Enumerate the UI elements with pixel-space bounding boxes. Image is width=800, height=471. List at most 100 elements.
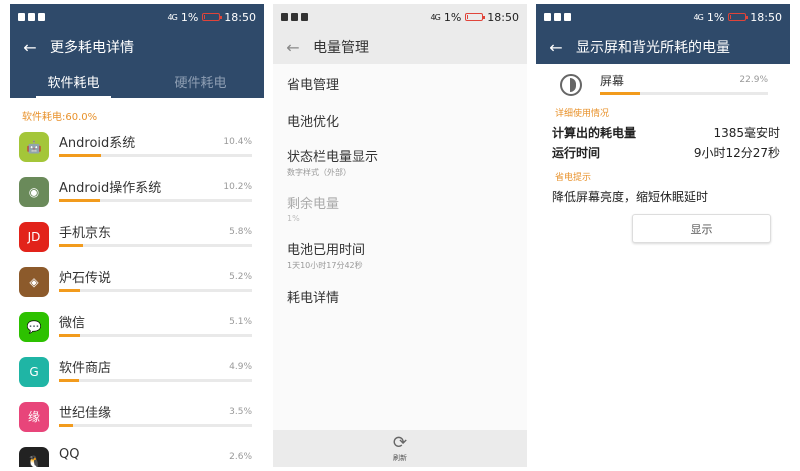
notification-icon: [281, 13, 288, 21]
screen-usage-row: 屏幕 22.9%: [536, 64, 790, 104]
menu-item[interactable]: 省电管理: [273, 74, 527, 93]
app-usage-row[interactable]: G 软件商店 4.9%: [10, 349, 264, 394]
menu-item-subtitle: 1%: [287, 214, 300, 223]
app-percent: 3.5%: [229, 406, 252, 417]
notification-icon: [38, 13, 45, 21]
power-saving-tip: 降低屏幕亮度，缩短休眠延时: [552, 190, 709, 204]
notification-icon: [544, 13, 551, 21]
app-usage-row[interactable]: 🐧 QQ 2.6%: [10, 439, 264, 467]
tab-hardware-usage[interactable]: 硬件耗电: [137, 64, 264, 98]
detail-label: 计算出的耗电量: [552, 125, 637, 140]
app-percent: 5.2%: [229, 271, 252, 282]
menu-item-label: 省电管理: [287, 78, 340, 93]
app-percent: 5.8%: [229, 226, 252, 237]
menu-item-label: 电池优化: [287, 115, 340, 130]
screen-usage-fill: [600, 92, 641, 95]
refresh-label: 刷新: [393, 453, 407, 462]
app-usage-bar: [59, 378, 252, 382]
menu-item-label: 电池已用时间: [287, 243, 366, 258]
battery-management-screen: 4G 1% 18:50 ← 电量管理 省电管理电池优化状态栏电量显示 数字样式（外…: [273, 4, 527, 467]
notification-icon: [291, 13, 298, 21]
status-bar: 4G 1% 18:50: [273, 4, 527, 30]
detail-row-consumption: 计算出的耗电量 1385毫安时: [536, 122, 790, 142]
back-arrow-icon[interactable]: ←: [273, 30, 313, 64]
menu-item[interactable]: 耗电详情: [273, 287, 527, 306]
android-robot-icon: 🤖: [19, 131, 49, 162]
signal-icon: 4G: [167, 12, 178, 22]
page-title: 显示屏和背光所耗的电量: [576, 40, 730, 56]
menu-item-label: 耗电详情: [287, 291, 340, 306]
back-arrow-icon[interactable]: ←: [536, 30, 576, 64]
tab-software-usage[interactable]: 软件耗电: [10, 64, 137, 98]
app-usage-fill: [59, 333, 80, 337]
app-bar: ← 显示屏和背光所耗的电量: [536, 30, 790, 64]
software-usage-summary: 软件耗电:60.0%: [22, 112, 98, 123]
app-bar: ← 电量管理: [273, 30, 527, 64]
app-name: 软件商店: [59, 360, 112, 376]
battery-menu-list: 省电管理电池优化状态栏电量显示 数字样式（外部） 剩余电量 1% 电池已用时间 1天10小…: [273, 74, 527, 306]
screen-power-screen: 4G 1% 18:50 ← 显示屏和背光所耗的电量 屏幕 22.9% 详细使用情…: [536, 4, 790, 467]
page-title: 电量管理: [313, 40, 369, 56]
app-usage-row[interactable]: 💬 微信 5.1%: [10, 304, 264, 349]
app-usage-bar: [59, 198, 252, 202]
refresh-icon[interactable]: ⟳: [393, 434, 407, 452]
status-bar: 4G 1% 18:50: [536, 4, 790, 30]
app-store-icon: G: [19, 356, 49, 387]
app-name: Android系统: [59, 135, 136, 151]
qq-penguin-icon: 🐧: [19, 446, 49, 467]
screen-usage-bar: [600, 92, 768, 95]
clock: 18:50: [224, 10, 256, 24]
refresh-bar[interactable]: ⟳ 刷新: [273, 430, 527, 467]
menu-item-label: 剩余电量: [287, 197, 340, 212]
battery-icon: [465, 13, 486, 21]
power-details-screen: 4G 1% 18:50 ← 更多耗电详情 软件耗电 硬件耗电 软件耗电:60.0…: [10, 4, 264, 467]
app-usage-bar: [59, 288, 252, 292]
notification-icon: [28, 13, 35, 21]
app-percent: 5.1%: [229, 316, 252, 327]
menu-item[interactable]: 状态栏电量显示 数字样式（外部）: [273, 146, 527, 178]
signal-icon: 4G: [693, 12, 704, 22]
app-usage-row[interactable]: ◉ Android操作系统 10.2%: [10, 169, 264, 214]
app-usage-row[interactable]: ◈ 炉石传说 5.2%: [10, 259, 264, 304]
battery-icon: [728, 13, 749, 21]
clock: 18:50: [487, 10, 519, 24]
detail-row-runtime: 运行时间 9小时12分27秒: [536, 142, 790, 162]
notification-icon: [554, 13, 561, 21]
battery-percent: 1%: [706, 10, 725, 24]
back-arrow-icon[interactable]: ←: [10, 30, 50, 64]
menu-item[interactable]: 电池优化: [273, 111, 527, 130]
jiayuan-icon: 缘: [19, 401, 49, 432]
app-usage-bar: [59, 153, 252, 157]
app-usage-fill: [59, 423, 74, 427]
app-usage-bar: [59, 243, 252, 247]
signal-icon: 4G: [430, 12, 441, 22]
detail-label: 运行时间: [552, 145, 601, 160]
show-settings-button[interactable]: 显示: [632, 214, 771, 243]
android-os-disc-icon: ◉: [19, 176, 49, 207]
app-percent: 4.9%: [229, 361, 252, 372]
menu-item-label: 状态栏电量显示: [287, 150, 379, 165]
app-usage-fill: [59, 378, 79, 382]
battery-icon: [202, 13, 223, 21]
app-name: 微信: [59, 315, 86, 331]
app-name: QQ: [59, 446, 80, 462]
app-name: 世纪佳缘: [59, 405, 112, 421]
notification-icon: [301, 13, 308, 21]
tip-section-heading: 省电提示: [555, 173, 592, 183]
wechat-icon: 💬: [19, 311, 49, 342]
app-name: Android操作系统: [59, 180, 162, 196]
app-usage-row[interactable]: 🤖 Android系统 10.4%: [10, 124, 264, 169]
app-usage-row[interactable]: 缘世纪佳缘 3.5%: [10, 394, 264, 439]
menu-item: 剩余电量 1%: [273, 193, 527, 223]
app-usage-fill: [59, 243, 83, 247]
clock: 18:50: [750, 10, 782, 24]
app-name: 手机京东: [59, 225, 112, 241]
screen-percent: 22.9%: [739, 75, 768, 85]
menu-item[interactable]: 电池已用时间 1天10小时17分42秒: [273, 239, 527, 271]
tab-bar: 软件耗电 硬件耗电: [10, 64, 264, 98]
app-usage-row[interactable]: JD 手机京东 5.8%: [10, 214, 264, 259]
battery-percent: 1%: [180, 10, 199, 24]
app-percent: 10.2%: [223, 181, 252, 192]
battery-percent: 1%: [443, 10, 462, 24]
app-usage-fill: [59, 153, 102, 157]
